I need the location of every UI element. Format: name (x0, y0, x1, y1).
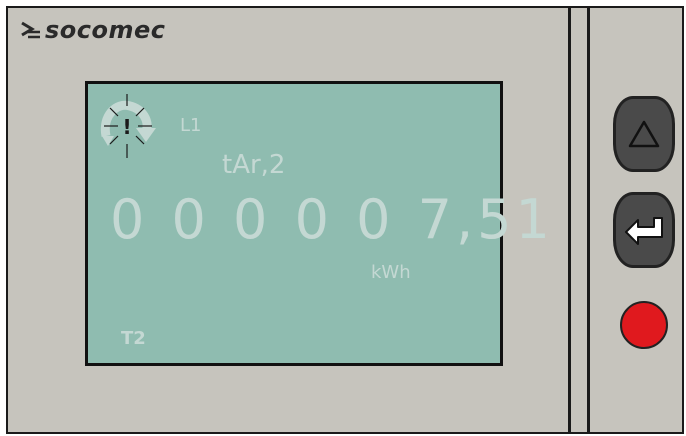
tariff-indicator: T2 (121, 328, 146, 349)
register-label: tAr,2 (222, 150, 286, 180)
red-button[interactable] (620, 301, 668, 349)
enter-icon (625, 217, 663, 245)
housing-divider (568, 8, 571, 432)
svg-text:!: ! (122, 115, 131, 139)
up-arrow-icon (628, 120, 660, 148)
housing-divider (587, 8, 590, 432)
enter-button[interactable] (613, 192, 675, 268)
unit-label: kWh (371, 262, 411, 283)
energy-reading: 0 0 0 0 0 7,51 (110, 188, 554, 251)
lcd-screen: ! L1 tAr,2 0 0 0 0 0 7,51 kWh T2 (85, 81, 550, 366)
brand-logo: socomec (20, 18, 166, 42)
brand-name: socomec (45, 16, 166, 44)
socomec-logo-icon (21, 21, 40, 39)
alarm-warning-icon: ! (100, 94, 156, 158)
up-button[interactable] (613, 96, 675, 172)
meter-housing: socomec ! L1 tAr,2 0 0 0 0 0 7,51 kWh T2 (6, 6, 684, 434)
phase-label: L1 (180, 115, 202, 136)
